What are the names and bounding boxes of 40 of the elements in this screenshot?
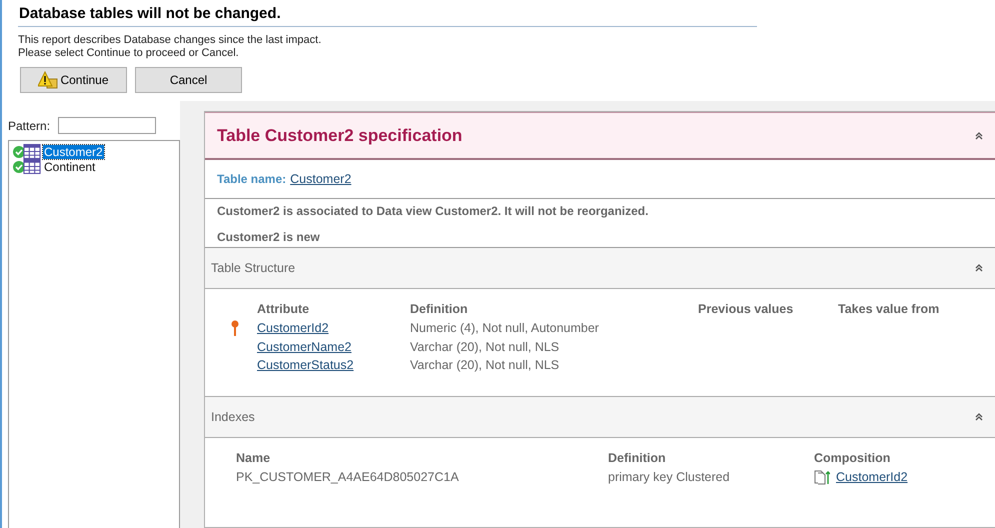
definition-cell-text: primary key Clustered [608,470,731,484]
pattern-label: Pattern: [8,118,50,132]
status-message: Customer2 is new [217,231,321,244]
spec-title: Table Customer2 specification [217,126,462,146]
continue-button[interactable]: Continue [20,67,127,93]
table-list-item[interactable]: Continent [43,160,96,174]
column-header: Definition [608,451,667,465]
table-icon [23,159,41,174]
definition-cell-text: Numeric (4), Not null, Autonumber [410,321,600,335]
definition-cell-text: Varchar (20), Not null, NLS [410,340,560,354]
attribute-link[interactable]: CustomerId2 [257,321,329,335]
key-icon [231,320,239,336]
dialog-title: Database tables will not be changed. [18,0,757,27]
column-header: Definition [410,302,469,316]
pattern-field[interactable] [58,117,156,134]
collapse-icon[interactable] [975,264,983,272]
column-header: Name [236,451,272,465]
warning-icon [38,71,58,89]
definition-cell-text: Varchar (20), Not null, NLS [410,358,560,372]
description-text: This report describes Database changes since the last impact. [18,34,322,47]
status-message: Customer2 is associated to Data view Customer2. It will not be reorganized. [217,205,650,218]
column-header: Takes value from [838,302,940,316]
column-header: Attribute [257,302,310,316]
description-text: Please select Continue to proceed or Cancel. [18,47,240,60]
table-list-item[interactable]: Customer2 [43,144,104,158]
index-name-cell-text: PK_CUSTOMER_A4AE64D805027C1A [236,470,460,484]
composition-link[interactable]: CustomerId2 [836,470,908,484]
attribute-link[interactable]: CustomerStatus2 [257,358,354,372]
section-title: Indexes [211,410,255,424]
column-header: Composition [814,451,892,465]
attribute-link[interactable]: CustomerName2 [257,340,352,354]
table-icon [23,144,41,159]
table-name-label: Table name: [217,172,286,186]
section-title: Table Structure [211,261,296,275]
collapse-icon[interactable] [975,132,983,140]
collapse-icon[interactable] [975,413,983,421]
documents-icon [814,469,830,485]
cancel-button[interactable]: Cancel [135,67,242,93]
table-name-link[interactable]: Customer2 [290,172,352,186]
column-header: Previous values [698,302,794,316]
